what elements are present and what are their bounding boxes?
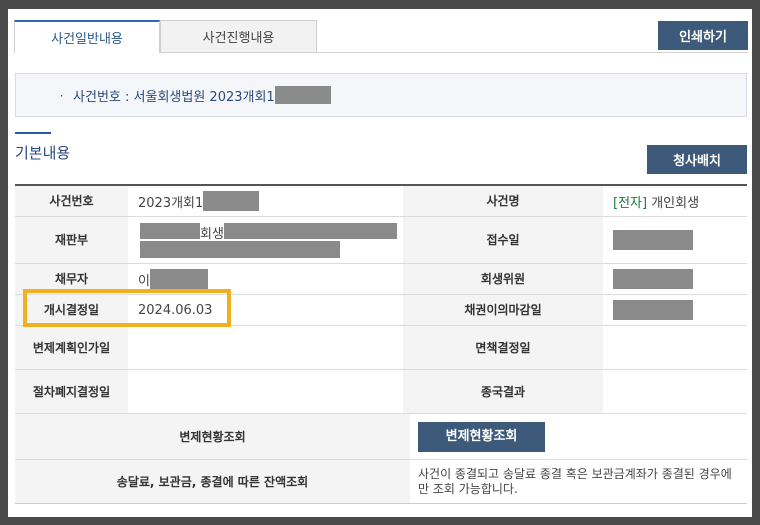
- value-objection-deadline: [603, 295, 747, 325]
- label-plan-approval: 변제계획인가일: [15, 326, 128, 369]
- tab-divider: [160, 52, 748, 53]
- tab-case-general[interactable]: 사건일반내용: [14, 20, 160, 53]
- value-committee: [603, 264, 747, 294]
- label-final-result: 종국결과: [403, 370, 603, 413]
- redacted-block: [140, 223, 200, 239]
- label-balance-inquiry: 송달료, 보관금, 종결에 따른 잔액조회: [15, 460, 410, 503]
- tab-case-progress[interactable]: 사건진행내용: [160, 20, 317, 53]
- label-repayment-status: 변제현황조회: [15, 414, 410, 459]
- table-row: 사건번호 2023개회1 사건명 [전자] 개인회생: [15, 186, 747, 217]
- section-accent: [15, 132, 51, 134]
- table-row: 재판부 회생 접수일: [15, 217, 747, 264]
- value-repayment-status: 변제현황조회: [410, 414, 747, 459]
- label-committee: 회생위원: [403, 264, 603, 294]
- label-abolition-decision: 절차폐지결정일: [15, 370, 128, 413]
- value-balance-note: 사건이 종결되고 송달료 종결 혹은 보관금계좌가 종결된 경우에만 조회 가능…: [418, 466, 732, 496]
- label-received: 접수일: [403, 217, 603, 263]
- tab-bar: 사건일반내용 사건진행내용: [14, 20, 317, 53]
- value-received: [603, 217, 747, 263]
- value-abolition-decision: [128, 370, 403, 413]
- redacted-block: [613, 300, 693, 320]
- redacted-block: [149, 269, 208, 289]
- table-row: 송달료, 보관금, 종결에 따른 잔액조회 사건이 종결되고 송달료 종결 혹은…: [15, 460, 747, 504]
- section-title: 기본내용: [15, 144, 71, 162]
- table-row: 절차폐지결정일 종국결과: [15, 370, 747, 414]
- redacted-block: [613, 230, 693, 250]
- value-plan-approval: [128, 326, 403, 369]
- highlight-box: [23, 289, 231, 327]
- value-court: 회생: [128, 217, 403, 263]
- repayment-status-button[interactable]: 변제현황조회: [418, 421, 545, 452]
- redacted-block: [140, 241, 340, 258]
- table-row: 변제현황조회 변제현황조회: [15, 414, 747, 460]
- table-row: 변제계획인가일 면책결정일: [15, 326, 747, 370]
- label-case-number: 사건번호: [15, 186, 128, 216]
- label-case-name: 사건명: [403, 186, 603, 216]
- label-court: 재판부: [15, 217, 128, 263]
- print-button[interactable]: 인쇄하기: [658, 21, 748, 50]
- value-final-result: [603, 370, 747, 413]
- case-info-table: 사건번호 2023개회1 사건명 [전자] 개인회생 재판부 회생 접수일 채무…: [15, 184, 747, 504]
- redacted-block: [224, 223, 397, 239]
- redacted-block: [613, 269, 693, 289]
- value-discharge-decision: [603, 326, 747, 369]
- value-case-number: 2023개회1: [128, 186, 403, 216]
- case-number-box: ㆍ 사건번호 : 서울회생법원 2023개회1: [15, 73, 747, 117]
- value-case-name: [전자] 개인회생: [613, 195, 700, 211]
- case-number-header: 사건번호 : 서울회생법원 2023개회1: [73, 89, 275, 105]
- label-discharge-decision: 면책결정일: [403, 326, 603, 369]
- label-objection-deadline: 채권이의마감일: [403, 295, 603, 325]
- redacted-block: [274, 86, 331, 104]
- redacted-block: [203, 191, 260, 211]
- bullet: ㆍ: [56, 88, 68, 103]
- courtroom-layout-button[interactable]: 청사배치: [647, 145, 747, 174]
